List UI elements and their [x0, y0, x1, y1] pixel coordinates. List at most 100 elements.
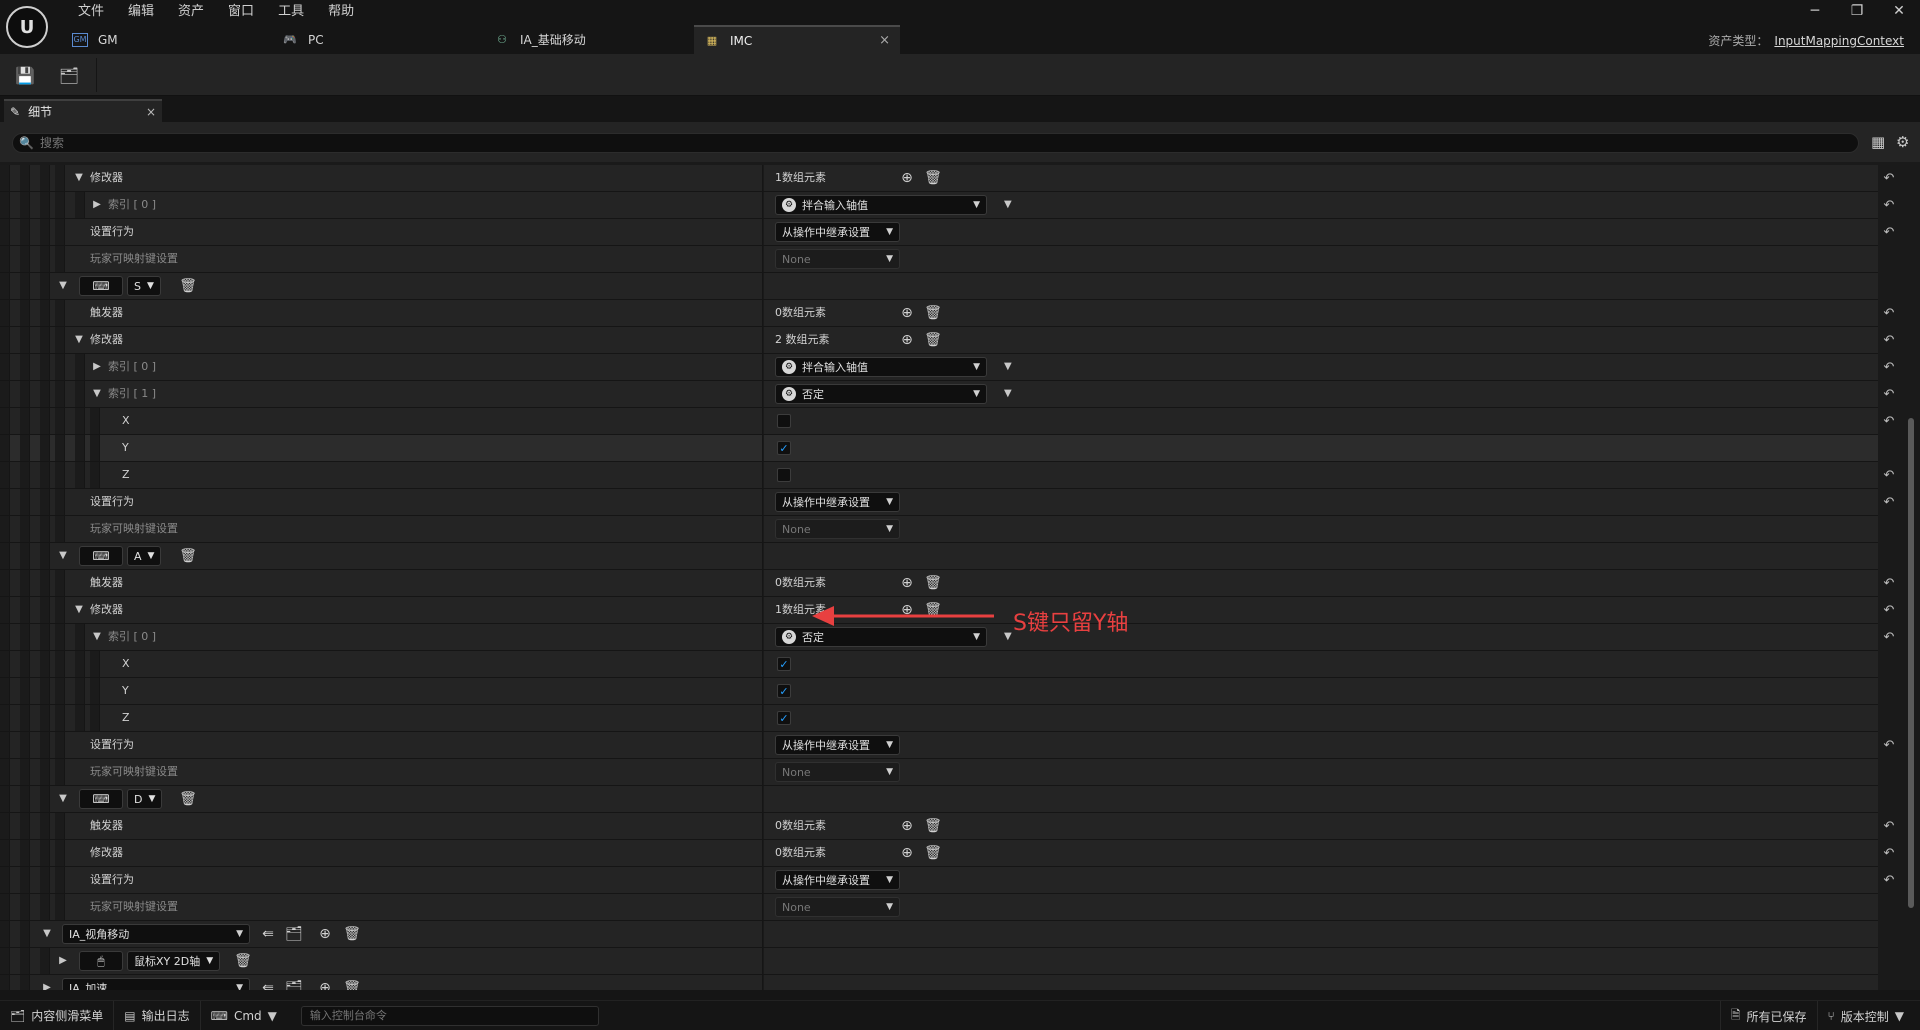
trash-icon[interactable]: 🗑	[924, 818, 942, 834]
use-selected-icon[interactable]: ⇚	[260, 980, 276, 990]
expand-arrow-icon[interactable]: ▼	[72, 327, 86, 353]
expand-arrow-icon[interactable]: ▼	[72, 165, 86, 191]
expand-arrow-icon[interactable]: ▼	[90, 624, 104, 650]
setting-behavior-combo[interactable]: 从操作中继承设置 ▼	[775, 222, 900, 242]
reset-icon[interactable]: ↶	[1878, 327, 1900, 353]
browse-asset-icon[interactable]: 🗂	[285, 980, 303, 990]
trash-icon[interactable]: 🗑	[343, 926, 361, 942]
setting-behavior-combo[interactable]: 从操作中继承设置 ▼	[775, 735, 900, 755]
chevron-down-icon[interactable]: ▼	[1004, 192, 1012, 218]
add-element-icon[interactable]: ⊕	[899, 305, 915, 321]
details-panel-tab[interactable]: ✎ 细节 ×	[4, 99, 162, 122]
unreal-logo-icon[interactable]: U	[6, 6, 48, 48]
expand-arrow-icon[interactable]: ▼	[56, 786, 70, 812]
trash-icon[interactable]: 🗑	[179, 791, 197, 807]
expand-arrow-icon[interactable]: ▼	[56, 273, 70, 299]
trash-icon[interactable]: 🗑	[179, 548, 197, 564]
reset-icon[interactable]: ↶	[1878, 354, 1900, 380]
reset-icon[interactable]: ↶	[1878, 408, 1900, 434]
vertical-scrollbar[interactable]	[1908, 418, 1914, 908]
setting-behavior-combo[interactable]: 从操作中继承设置 ▼	[775, 870, 900, 890]
reset-icon[interactable]: ↶	[1878, 732, 1900, 758]
reset-icon[interactable]: ↶	[1878, 219, 1900, 245]
modifier-class-combo[interactable]: ⚙ 否定 ▼	[775, 627, 987, 647]
reset-icon[interactable]: ↶	[1878, 489, 1900, 515]
expand-arrow-icon[interactable]: ▶	[90, 354, 104, 380]
menu-file[interactable]: 文件	[66, 2, 116, 22]
use-selected-icon[interactable]: ⇚	[260, 926, 276, 942]
asset-type-link[interactable]: InputMappingContext	[1774, 34, 1904, 48]
key-selector-d[interactable]: D ▼	[127, 789, 163, 809]
expand-arrow-icon[interactable]: ▼	[56, 543, 70, 569]
reset-icon[interactable]: ↶	[1878, 813, 1900, 839]
expand-arrow-icon[interactable]: ▼	[40, 921, 54, 947]
trash-icon[interactable]: 🗑	[924, 332, 942, 348]
minimize-icon[interactable]: ─	[1794, 0, 1836, 22]
menu-window[interactable]: 窗口	[216, 2, 266, 22]
chevron-down-icon[interactable]: ▼	[1004, 381, 1012, 407]
trash-icon[interactable]: 🗑	[924, 305, 942, 321]
trash-icon[interactable]: 🗑	[343, 980, 361, 990]
expand-arrow-icon[interactable]: ▼	[72, 597, 86, 623]
checkbox-z[interactable]: ✓	[777, 711, 791, 725]
trash-icon[interactable]: 🗑	[924, 170, 942, 186]
table-view-icon[interactable]: ▦	[1871, 133, 1885, 151]
console-input[interactable]	[300, 1005, 599, 1026]
reset-icon[interactable]: ↶	[1878, 462, 1900, 488]
add-element-icon[interactable]: ⊕	[317, 980, 333, 990]
menu-tools[interactable]: 工具	[266, 2, 316, 22]
trash-icon[interactable]: 🗑	[234, 953, 252, 969]
add-element-icon[interactable]: ⊕	[899, 845, 915, 861]
add-element-icon[interactable]: ⊕	[899, 332, 915, 348]
saved-status[interactable]: 🗎 所有已保存	[1719, 1001, 1818, 1030]
key-selector-s[interactable]: S ▼	[127, 276, 161, 296]
key-selector-a[interactable]: A ▼	[127, 546, 162, 566]
add-element-icon[interactable]: ⊕	[317, 926, 333, 942]
chevron-down-icon[interactable]: ▼	[1004, 624, 1012, 650]
restore-icon[interactable]: ❐	[1836, 0, 1878, 22]
tab-gm[interactable]: GM GM	[62, 25, 272, 54]
keyboard-icon[interactable]: ⌨	[79, 546, 123, 566]
browse-asset-icon[interactable]: 🗂	[55, 62, 83, 88]
menu-asset[interactable]: 资产	[166, 2, 216, 22]
content-drawer-button[interactable]: 🗂 内容侧滑菜单	[0, 1000, 115, 1030]
tab-ia-basic-move[interactable]: ⚇ IA_基础移动	[484, 25, 694, 54]
reset-icon[interactable]: ↶	[1878, 192, 1900, 218]
reset-icon[interactable]: ↶	[1878, 570, 1900, 596]
close-panel-icon[interactable]: ×	[146, 105, 156, 119]
expand-arrow-icon[interactable]: ▼	[90, 381, 104, 407]
save-icon[interactable]: 💾	[11, 62, 39, 88]
expand-arrow-icon[interactable]: ▶	[40, 975, 54, 990]
menu-edit[interactable]: 编辑	[116, 2, 166, 22]
expand-arrow-icon[interactable]: ▶	[90, 192, 104, 218]
key-selector-mouse[interactable]: 鼠标XY 2D轴 ▼	[127, 951, 221, 971]
output-log-button[interactable]: ▤ 输出日志	[114, 1000, 201, 1030]
version-control-button[interactable]: ⑂ 版本控制 ▼	[1818, 1001, 1920, 1030]
menu-help[interactable]: 帮助	[316, 2, 366, 22]
reset-icon[interactable]: ↶	[1878, 597, 1900, 623]
setting-behavior-combo[interactable]: 从操作中继承设置 ▼	[775, 492, 900, 512]
gear-icon[interactable]: ⚙	[1896, 133, 1909, 151]
tab-pc[interactable]: 🎮 PC	[272, 25, 484, 54]
reset-icon[interactable]: ↶	[1878, 840, 1900, 866]
reset-icon[interactable]: ↶	[1878, 381, 1900, 407]
modifier-class-combo[interactable]: ⚙ 拌合输入轴值 ▼	[775, 357, 987, 377]
expand-arrow-icon[interactable]: ▶	[56, 948, 70, 974]
keyboard-icon[interactable]: ⌨	[79, 789, 123, 809]
reset-icon[interactable]: ↶	[1878, 300, 1900, 326]
trash-icon[interactable]: 🗑	[924, 575, 942, 591]
modifier-class-combo[interactable]: ⚙ 拌合输入轴值 ▼	[775, 195, 987, 215]
input-action-combo[interactable]: IA_视角移动 ▼	[62, 924, 250, 944]
chevron-down-icon[interactable]: ▼	[1004, 354, 1012, 380]
reset-icon[interactable]: ↶	[1878, 867, 1900, 893]
keyboard-icon[interactable]: ⌨	[79, 276, 123, 296]
mouse-icon[interactable]: 🖱	[79, 951, 123, 971]
reset-icon[interactable]: ↶	[1878, 624, 1900, 650]
checkbox-x[interactable]	[777, 414, 791, 428]
trash-icon[interactable]: 🗑	[924, 845, 942, 861]
checkbox-z[interactable]	[777, 468, 791, 482]
checkbox-y[interactable]: ✓	[777, 684, 791, 698]
modifier-class-combo[interactable]: ⚙ 否定 ▼	[775, 384, 987, 404]
cmd-selector[interactable]: ⌨ Cmd ▼	[201, 1001, 293, 1030]
checkbox-y[interactable]: ✓	[777, 441, 791, 455]
